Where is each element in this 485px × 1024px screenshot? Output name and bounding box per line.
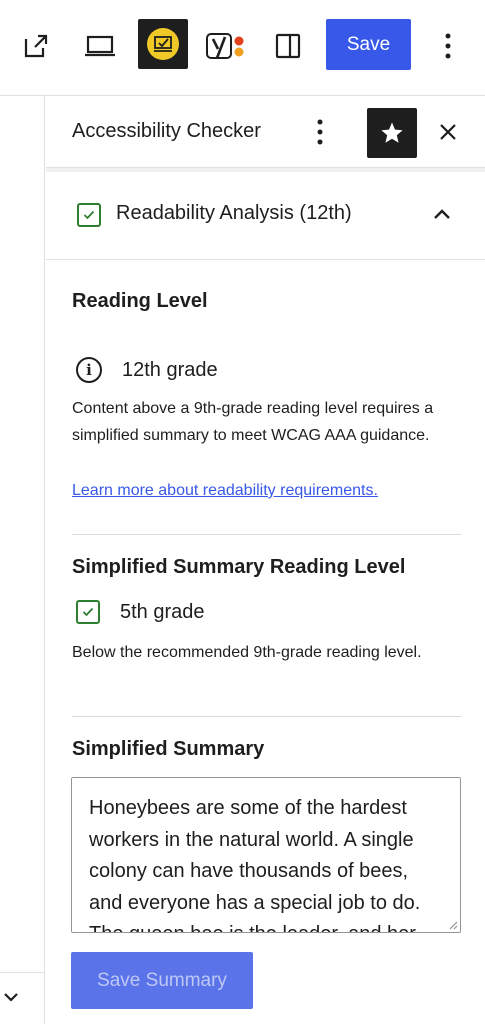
chevron-down-icon <box>4 993 18 1002</box>
panel-title: Readability Analysis (12th) <box>116 202 352 224</box>
accessibility-checker-icon <box>147 28 179 60</box>
reading-level-heading: Reading Level <box>72 290 208 312</box>
summary-level-value: 5th grade <box>120 600 205 623</box>
options-menu-button[interactable] <box>432 24 464 68</box>
save-button[interactable]: Save <box>326 19 411 70</box>
yoast-seo-button[interactable] <box>202 24 252 68</box>
reading-level-result: i 12th grade <box>76 357 218 383</box>
readability-requirements-link[interactable]: Learn more about readability requirement… <box>72 482 378 500</box>
reading-level-description: Content above a 9th-grade reading level … <box>72 400 434 444</box>
editor-toolbar: Save <box>0 0 485 96</box>
check-icon <box>77 203 101 227</box>
summary-text: Honeybees are some of the hardest worker… <box>89 797 421 932</box>
desktop-preview-icon <box>85 35 115 57</box>
divider <box>72 534 461 535</box>
divider <box>0 972 45 973</box>
info-icon: i <box>76 357 102 383</box>
preview-button[interactable] <box>78 24 122 68</box>
simplified-summary-textarea[interactable]: Honeybees are some of the hardest worker… <box>71 777 461 933</box>
reading-level-value: 12th grade <box>122 358 218 381</box>
close-sidebar-button[interactable] <box>434 114 462 150</box>
view-post-button[interactable] <box>16 24 56 68</box>
collapse-button[interactable] <box>428 200 456 228</box>
star-icon <box>381 122 403 143</box>
summary-level-description: Below the recommended 9th-grade reading … <box>72 644 422 661</box>
sidebar-header: Accessibility Checker <box>46 96 485 168</box>
yoast-icon <box>206 33 244 59</box>
expand-toggle[interactable] <box>0 986 22 1008</box>
sidebar-title: Accessibility Checker <box>72 120 261 142</box>
close-icon <box>440 124 456 140</box>
accessibility-checker-sidebar: Accessibility Checker Readability Analys… <box>46 96 485 1024</box>
save-summary-button[interactable]: Save Summary <box>71 952 253 1009</box>
accessibility-checker-button[interactable] <box>138 19 188 69</box>
settings-sidebar-toggle[interactable] <box>268 24 308 68</box>
sidebar-toggle-icon <box>275 33 301 59</box>
simplified-summary-heading: Simplified Summary <box>72 738 265 760</box>
summary-level-result: 5th grade <box>76 600 205 624</box>
editor-canvas-edge <box>0 96 45 1024</box>
resize-handle-icon[interactable] <box>448 920 458 930</box>
readability-panel-toggle[interactable]: Readability Analysis (12th) <box>46 172 485 260</box>
divider <box>72 716 461 717</box>
check-icon <box>76 600 100 624</box>
chevron-up-icon <box>434 208 450 219</box>
summary-level-heading: Simplified Summary Reading Level <box>72 556 406 578</box>
more-vertical-icon <box>445 33 451 59</box>
pin-sidebar-button[interactable] <box>367 108 417 158</box>
sidebar-options-button[interactable] <box>306 112 334 152</box>
more-vertical-icon <box>317 119 323 145</box>
external-link-icon <box>24 34 48 58</box>
